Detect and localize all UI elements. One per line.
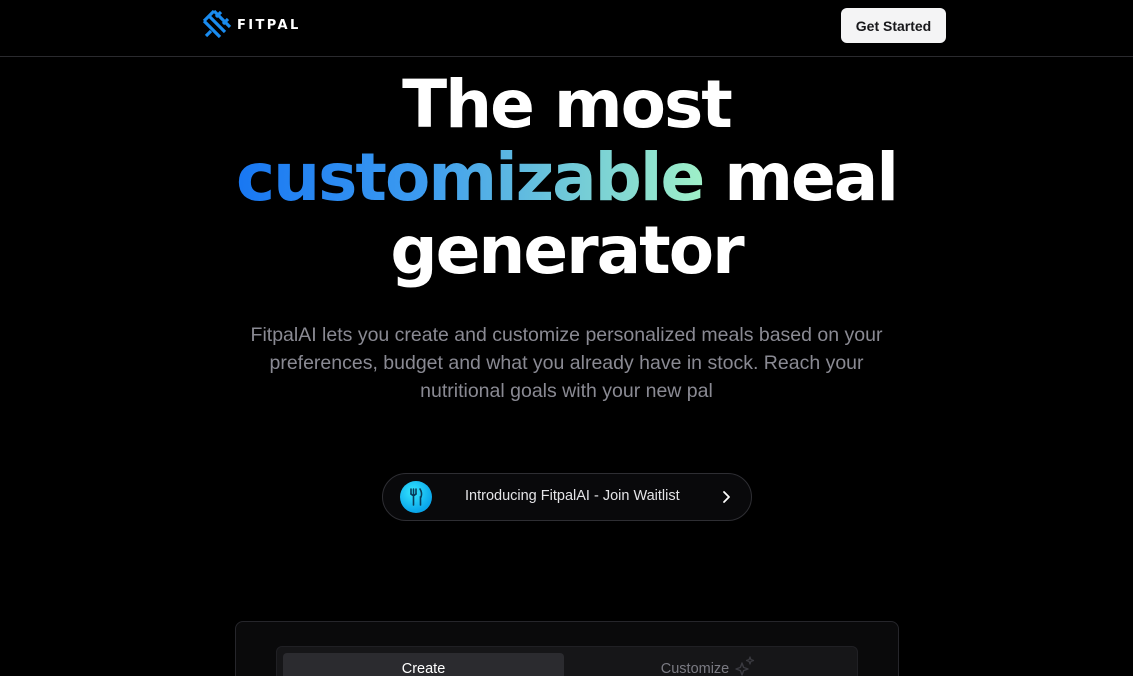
meal-generator-card: Create Customize	[235, 621, 899, 676]
top-nav: FITPAL Get Started	[0, 0, 1133, 57]
hero-subtitle: FitpalAI lets you create and customize p…	[250, 324, 883, 402]
join-waitlist-pill[interactable]: Introducing FitpalAI - Join Waitlist	[382, 473, 752, 521]
mode-tabs: Create Customize	[276, 646, 858, 676]
hero-title-line-3: generator	[390, 212, 744, 289]
waitlist-label: Introducing FitpalAI - Join Waitlist	[465, 488, 680, 504]
fitpal-logo-icon	[202, 10, 231, 38]
get-started-button[interactable]: Get Started	[841, 8, 946, 43]
tab-customize[interactable]: Customize	[564, 653, 853, 676]
hero-title-line-1: The most	[402, 66, 733, 143]
tab-customize-label: Customize	[660, 661, 730, 676]
hero-title: The most customizable meal generator	[0, 68, 1133, 287]
sparkle-icon	[735, 656, 755, 676]
hero-title-line-2-rest: meal	[703, 139, 899, 216]
hero-title-highlight: customizable	[236, 139, 705, 216]
brand-name: FITPAL	[237, 17, 301, 33]
tab-create[interactable]: Create	[283, 653, 564, 676]
brand-logo[interactable]: FITPAL	[201, 10, 301, 38]
landing-page: FITPAL Get Started The most customizable…	[0, 0, 1133, 676]
chevron-right-icon	[723, 491, 730, 503]
fork-knife-icon	[400, 481, 432, 513]
tab-create-label: Create	[401, 661, 446, 676]
